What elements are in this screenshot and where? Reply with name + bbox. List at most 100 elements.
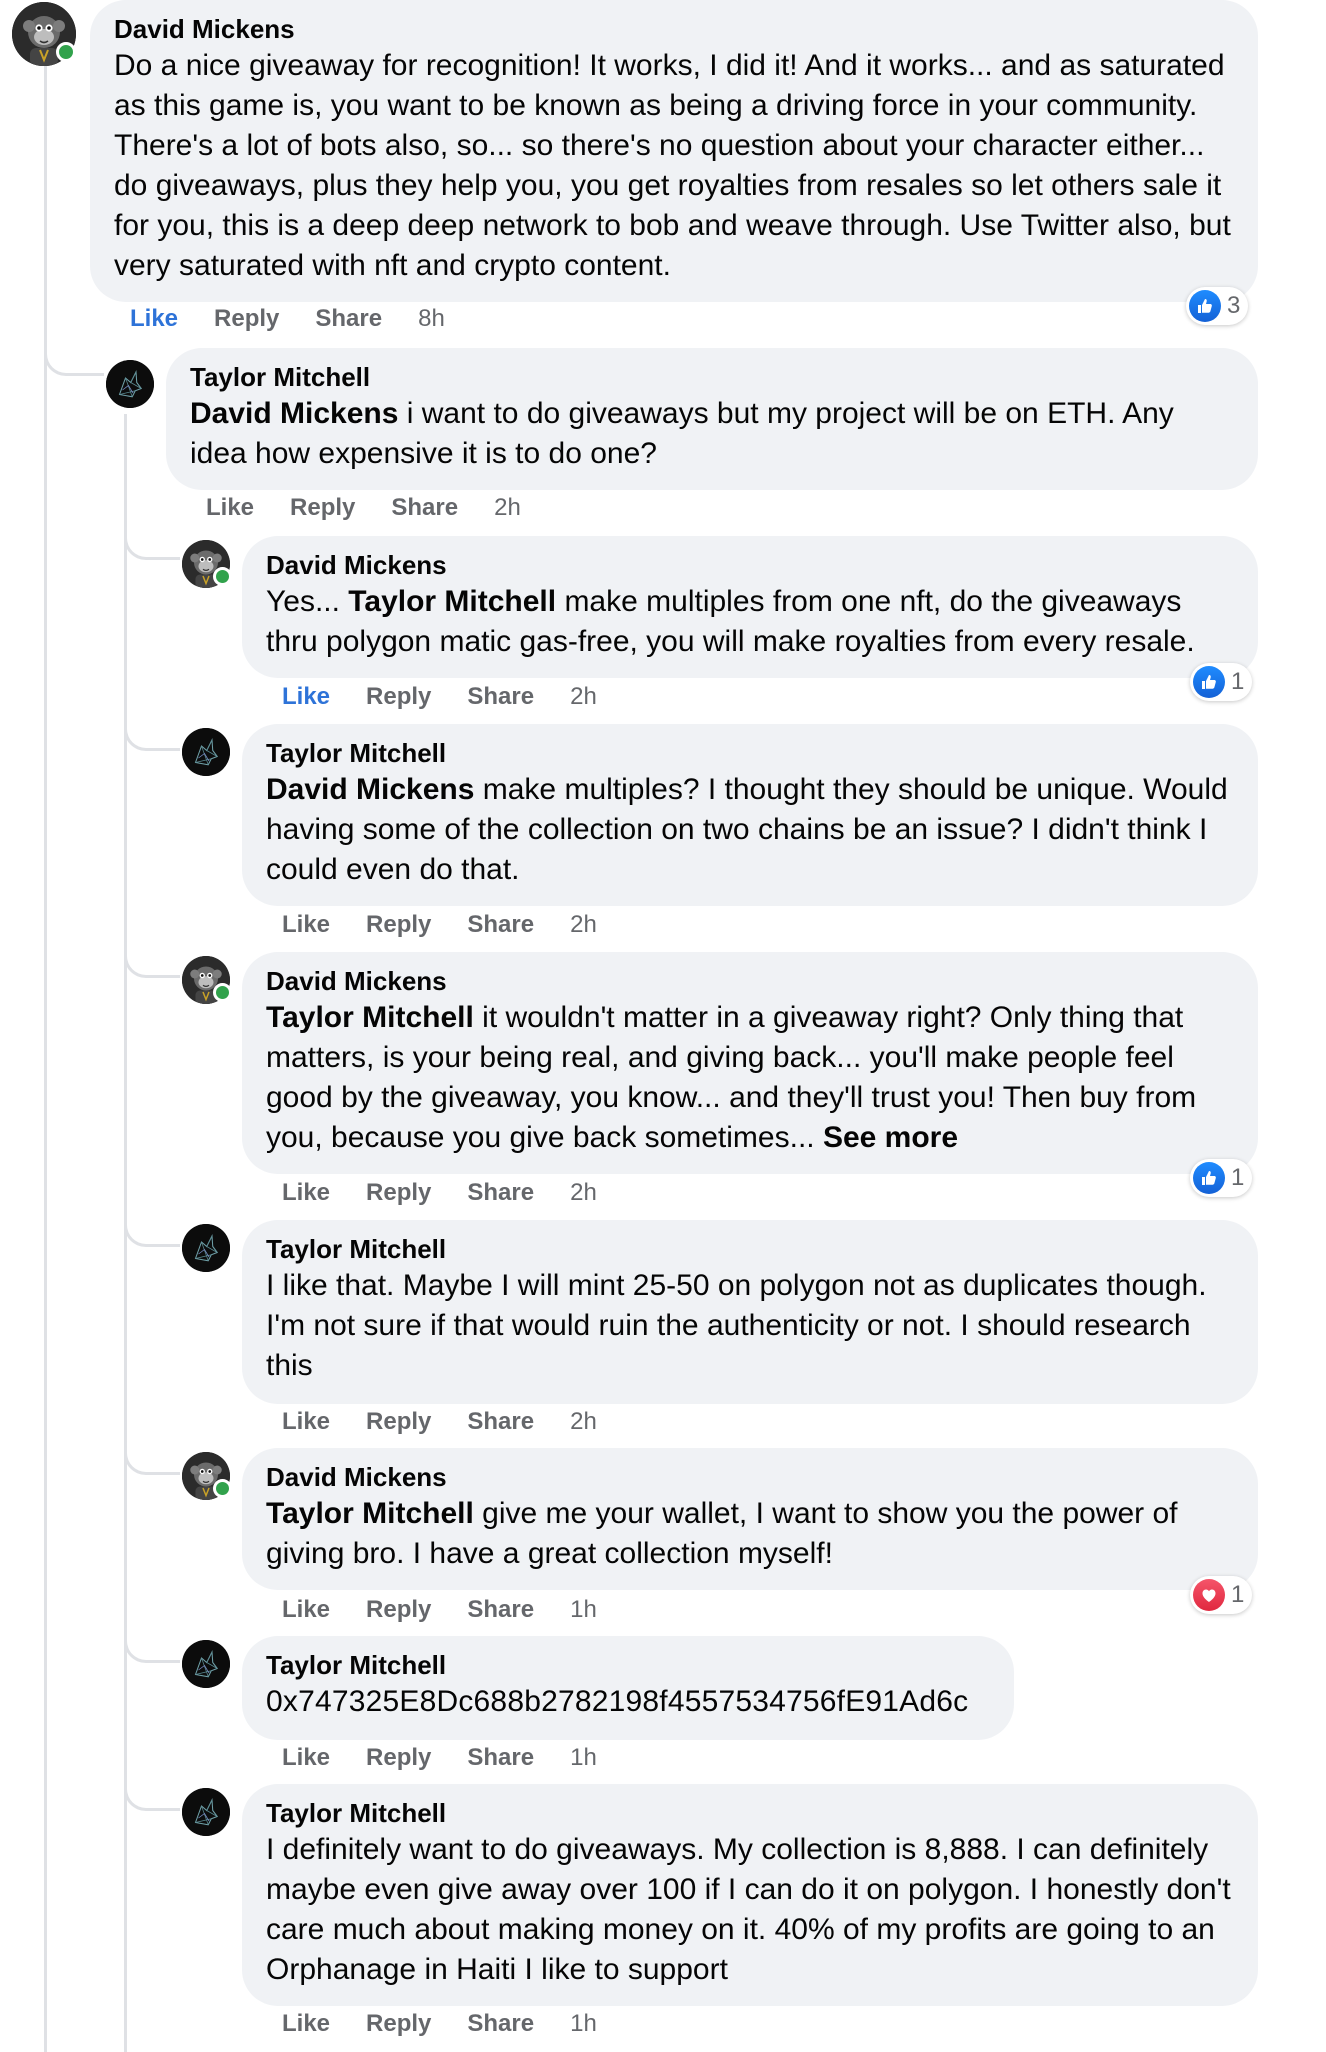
reply-button[interactable]: Reply xyxy=(366,683,431,711)
unicorn-avatar[interactable] xyxy=(182,1788,230,1836)
monkey-avatar[interactable] xyxy=(12,2,76,66)
like-button[interactable]: Like xyxy=(282,1179,330,1207)
reply-button[interactable]: Reply xyxy=(366,911,431,939)
comment-author[interactable]: Taylor Mitchell xyxy=(266,736,1234,770)
comment-bubble: David Mickens Taylor Mitchell it wouldn'… xyxy=(242,952,1258,1174)
comment-bubble: Taylor Mitchell David Mickens i want to … xyxy=(166,348,1258,490)
comment-actions: Like Reply Share 2h xyxy=(282,1179,597,1207)
like-reaction-icon xyxy=(1193,1162,1225,1194)
wallet-address-text: 0x747325E8Dc688b2782198f4557534756fE91Ad… xyxy=(266,1685,969,1718)
comment-thread: David Mickens Do a nice giveaway for rec… xyxy=(0,0,1326,2052)
like-reaction-icon xyxy=(1193,666,1225,698)
thread-elbow xyxy=(124,1199,180,1247)
reaction-count: 3 xyxy=(1227,292,1241,319)
unicorn-avatar[interactable] xyxy=(182,728,230,776)
thread-elbow xyxy=(124,703,180,751)
reply-button[interactable]: Reply xyxy=(366,1408,431,1436)
comment-text: David Mickens i want to do giveaways but… xyxy=(190,397,1174,470)
reaction-count: 1 xyxy=(1231,1581,1245,1608)
comment-timestamp[interactable]: 8h xyxy=(418,305,445,333)
monkey-avatar[interactable] xyxy=(182,1452,232,1500)
comment-timestamp[interactable]: 1h xyxy=(570,2010,597,2038)
comment-author[interactable]: David Mickens xyxy=(266,548,1234,582)
share-button[interactable]: Share xyxy=(467,1179,534,1207)
mention-link[interactable]: David Mickens xyxy=(190,397,398,430)
reply-button[interactable]: Reply xyxy=(290,494,355,522)
comment-actions: Like Reply Share 1h xyxy=(282,1596,597,1624)
comment-bubble: Taylor Mitchell I definitely want to do … xyxy=(242,1784,1258,2006)
comment-author[interactable]: David Mickens xyxy=(266,964,1234,998)
thread-elbow-reply-1 xyxy=(44,320,104,376)
comment-author[interactable]: Taylor Mitchell xyxy=(266,1796,1234,1830)
mention-link[interactable]: Taylor Mitchell xyxy=(348,585,556,618)
comment-text: Do a nice giveaway for recognition! It w… xyxy=(114,49,1231,282)
like-button[interactable]: Like xyxy=(282,1408,330,1436)
reaction-summary[interactable]: 1 xyxy=(1190,1576,1253,1614)
comment-text: Taylor Mitchell it wouldn't matter in a … xyxy=(266,1001,1197,1154)
monkey-avatar[interactable] xyxy=(182,540,232,588)
like-button[interactable]: Like xyxy=(282,1596,330,1624)
comment-text: Taylor Mitchell give me your wallet, I w… xyxy=(266,1497,1178,1570)
reaction-summary[interactable]: 3 xyxy=(1186,287,1249,325)
mention-link[interactable]: David Mickens xyxy=(266,773,474,806)
unicorn-avatar[interactable] xyxy=(182,1224,230,1272)
comment-author[interactable]: David Mickens xyxy=(266,1460,1234,1494)
online-status-dot xyxy=(56,42,76,62)
comment-text: David Mickens make multiples? I thought … xyxy=(266,773,1228,886)
comment-text: I definitely want to do giveaways. My co… xyxy=(266,1833,1231,1986)
comment-bubble: Taylor Mitchell 0x747325E8Dc688b2782198f… xyxy=(242,1636,1014,1740)
like-button[interactable]: Like xyxy=(130,305,178,333)
reaction-count: 1 xyxy=(1231,1164,1245,1191)
comment-bubble: David Mickens Do a nice giveaway for rec… xyxy=(90,0,1258,302)
like-button[interactable]: Like xyxy=(282,1744,330,1772)
online-status-dot xyxy=(213,567,232,586)
comment-timestamp[interactable]: 2h xyxy=(570,1179,597,1207)
like-button[interactable]: Like xyxy=(282,2010,330,2038)
like-button[interactable]: Like xyxy=(206,494,254,522)
mention-link[interactable]: Taylor Mitchell xyxy=(266,1497,474,1530)
comment-actions: Like Reply Share 2h xyxy=(282,683,597,711)
comment-timestamp[interactable]: 1h xyxy=(570,1596,597,1624)
comment-actions: Like Reply Share 1h xyxy=(282,1744,597,1772)
reply-button[interactable]: Reply xyxy=(366,1744,431,1772)
comment-text: Yes... Taylor Mitchell make multiples fr… xyxy=(266,585,1195,658)
see-more-link[interactable]: See more xyxy=(823,1121,958,1154)
share-button[interactable]: Share xyxy=(391,494,458,522)
reply-button[interactable]: Reply xyxy=(214,305,279,333)
like-button[interactable]: Like xyxy=(282,683,330,711)
monkey-avatar[interactable] xyxy=(182,956,232,1004)
comment-timestamp[interactable]: 2h xyxy=(570,1408,597,1436)
thread-elbow xyxy=(124,512,180,560)
comment-text: I like that. Maybe I will mint 25-50 on … xyxy=(266,1269,1207,1382)
mention-link[interactable]: Taylor Mitchell xyxy=(266,1001,474,1034)
comment-author[interactable]: Taylor Mitchell xyxy=(266,1232,1234,1266)
comment-timestamp[interactable]: 2h xyxy=(494,494,521,522)
unicorn-avatar[interactable] xyxy=(106,360,154,408)
reaction-summary[interactable]: 1 xyxy=(1190,1159,1253,1197)
comment-timestamp[interactable]: 2h xyxy=(570,911,597,939)
comment-timestamp[interactable]: 2h xyxy=(570,683,597,711)
share-button[interactable]: Share xyxy=(467,1408,534,1436)
like-button[interactable]: Like xyxy=(282,911,330,939)
share-button[interactable]: Share xyxy=(467,2010,534,2038)
comment-author[interactable]: Taylor Mitchell xyxy=(266,1648,990,1682)
online-status-dot xyxy=(213,1479,232,1498)
reaction-summary[interactable]: 1 xyxy=(1190,663,1253,701)
reply-button[interactable]: Reply xyxy=(366,2010,431,2038)
share-button[interactable]: Share xyxy=(467,1596,534,1624)
comment-actions: Like Reply Share 1h xyxy=(282,2010,597,2038)
comment-actions: Like Reply Share 8h xyxy=(130,305,445,333)
reply-button[interactable]: Reply xyxy=(366,1596,431,1624)
comment-author[interactable]: David Mickens xyxy=(114,12,1234,46)
online-status-dot xyxy=(213,983,232,1002)
comment-timestamp[interactable]: 1h xyxy=(570,1744,597,1772)
reply-button[interactable]: Reply xyxy=(366,1179,431,1207)
share-button[interactable]: Share xyxy=(467,911,534,939)
share-button[interactable]: Share xyxy=(315,305,382,333)
unicorn-avatar[interactable] xyxy=(182,1640,230,1688)
comment-author[interactable]: Taylor Mitchell xyxy=(190,360,1234,394)
comment-bubble: David Mickens Taylor Mitchell give me yo… xyxy=(242,1448,1258,1590)
share-button[interactable]: Share xyxy=(467,1744,534,1772)
comment-actions: Like Reply Share 2h xyxy=(282,911,597,939)
share-button[interactable]: Share xyxy=(467,683,534,711)
